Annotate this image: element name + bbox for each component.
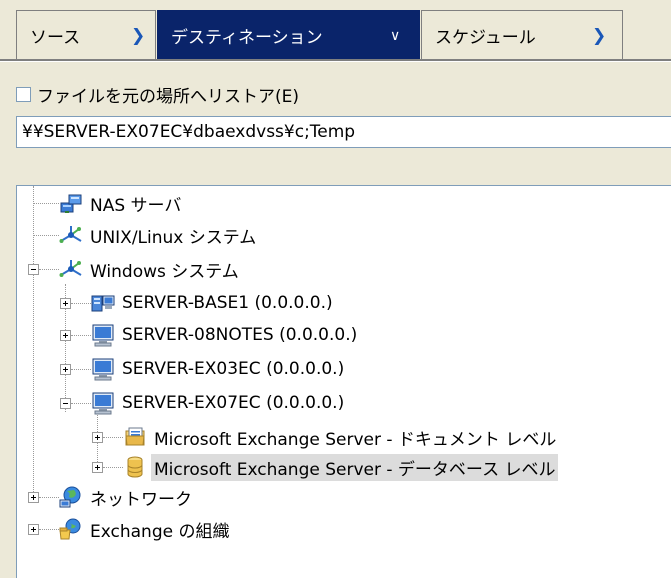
network-globe-icon xyxy=(59,486,81,508)
tree-node-label: SERVER-BASE1 (0.0.0.0.) xyxy=(122,293,333,313)
tree-node-label: NAS サーバ xyxy=(90,195,182,216)
tree-connector xyxy=(33,186,34,502)
destination-tree[interactable]: NAS サーバ UNIX/Linux システム Windows システム SER… xyxy=(16,185,671,578)
exchange-document-icon xyxy=(125,427,145,446)
expand-toggle[interactable] xyxy=(60,364,71,375)
tree-connector xyxy=(33,235,59,236)
tree-node-label: Windows システム xyxy=(90,261,239,282)
tree-node-exchange-document-level[interactable]: Microsoft Exchange Server - ドキュメント レベル xyxy=(123,423,559,451)
chevron-down-icon: ∨ xyxy=(390,27,401,44)
network-system-icon xyxy=(59,260,82,277)
tree-node-label: Microsoft Exchange Server - ドキュメント レベル xyxy=(154,429,557,450)
tree-node-label: UNIX/Linux システム xyxy=(90,227,257,248)
computer-icon xyxy=(92,392,114,415)
tree-node-server-ex07ec[interactable]: SERVER-EX07EC (0.0.0.0.) xyxy=(91,389,347,417)
tab-schedule[interactable]: スケジュール ❯ xyxy=(421,10,623,60)
tree-node-network[interactable]: ネットワーク xyxy=(59,483,195,511)
destination-path-value: ¥¥SERVER-EX07EC¥dbaexdvss¥c;Temp xyxy=(22,122,356,142)
tab-source[interactable]: ソース ❯ xyxy=(16,10,156,60)
database-icon xyxy=(127,456,143,478)
tree-node-windows-system[interactable]: Windows システム xyxy=(59,255,242,283)
expand-toggle[interactable] xyxy=(60,330,71,341)
tree-connector xyxy=(39,497,59,498)
tab-source-label: ソース xyxy=(30,28,81,48)
tree-node-label: SERVER-EX07EC (0.0.0.0.) xyxy=(122,393,345,413)
expand-toggle[interactable] xyxy=(92,432,103,443)
tab-divider-highlight xyxy=(0,61,671,62)
destination-path-field[interactable]: ¥¥SERVER-EX07EC¥dbaexdvss¥c;Temp xyxy=(16,116,671,148)
expand-toggle[interactable] xyxy=(92,462,103,473)
chevron-right-icon: ❯ xyxy=(592,25,607,46)
tree-connector xyxy=(71,403,91,404)
tree-node-exchange-organization[interactable]: Exchange の組織 xyxy=(59,515,232,543)
tree-node-server-08notes[interactable]: SERVER-08NOTES (0.0.0.0.) xyxy=(91,321,360,349)
tree-connector xyxy=(39,269,59,270)
exchange-org-icon xyxy=(59,518,81,540)
tree-connector xyxy=(71,303,91,304)
tree-connector xyxy=(103,467,123,468)
tree-connector xyxy=(71,335,91,336)
tree-node-exchange-database-level[interactable]: Microsoft Exchange Server - データベース レベル xyxy=(123,453,559,481)
collapse-toggle[interactable] xyxy=(60,398,71,409)
tab-destination-label: デスティネーション xyxy=(171,28,323,48)
tree-connector xyxy=(39,529,59,530)
tree-node-unix-linux[interactable]: UNIX/Linux システム xyxy=(59,221,259,249)
tree-node-label: Exchange の組織 xyxy=(90,521,230,542)
restore-original-location-row[interactable]: ファイルを元の場所へリストア(E) xyxy=(16,82,299,107)
nas-server-icon xyxy=(60,194,82,213)
tree-connector xyxy=(71,369,91,370)
computer-icon xyxy=(92,358,114,381)
expand-toggle[interactable] xyxy=(60,298,71,309)
tree-node-nas-server[interactable]: NAS サーバ xyxy=(59,189,184,217)
tree-node-server-ex03ec[interactable]: SERVER-EX03EC (0.0.0.0.) xyxy=(91,355,347,383)
chevron-right-icon: ❯ xyxy=(131,25,146,46)
tree-node-label: Microsoft Exchange Server - データベース レベル xyxy=(151,453,559,481)
tree-node-server-base1[interactable]: SERVER-BASE1 (0.0.0.0.) xyxy=(91,289,336,317)
expand-toggle[interactable] xyxy=(28,492,39,503)
expand-toggle[interactable] xyxy=(28,524,39,535)
tree-node-label: ネットワーク xyxy=(90,489,192,510)
tab-schedule-label: スケジュール xyxy=(435,28,536,48)
server-icon xyxy=(91,295,115,312)
network-system-icon xyxy=(59,226,82,243)
tree-connector xyxy=(103,437,123,438)
tree-node-label: SERVER-EX03EC (0.0.0.0.) xyxy=(122,359,345,379)
tree-node-label: SERVER-08NOTES (0.0.0.0.) xyxy=(122,325,358,345)
restore-original-location-checkbox[interactable] xyxy=(16,87,31,102)
restore-original-location-label: ファイルを元の場所へリストア(E) xyxy=(37,87,300,107)
collapse-toggle[interactable] xyxy=(28,264,39,275)
tree-connector xyxy=(33,203,59,204)
tab-destination[interactable]: デスティネーション ∨ xyxy=(157,10,420,60)
tab-bar: ソース ❯ デスティネーション ∨ スケジュール ❯ xyxy=(0,0,671,68)
computer-icon xyxy=(92,324,114,347)
